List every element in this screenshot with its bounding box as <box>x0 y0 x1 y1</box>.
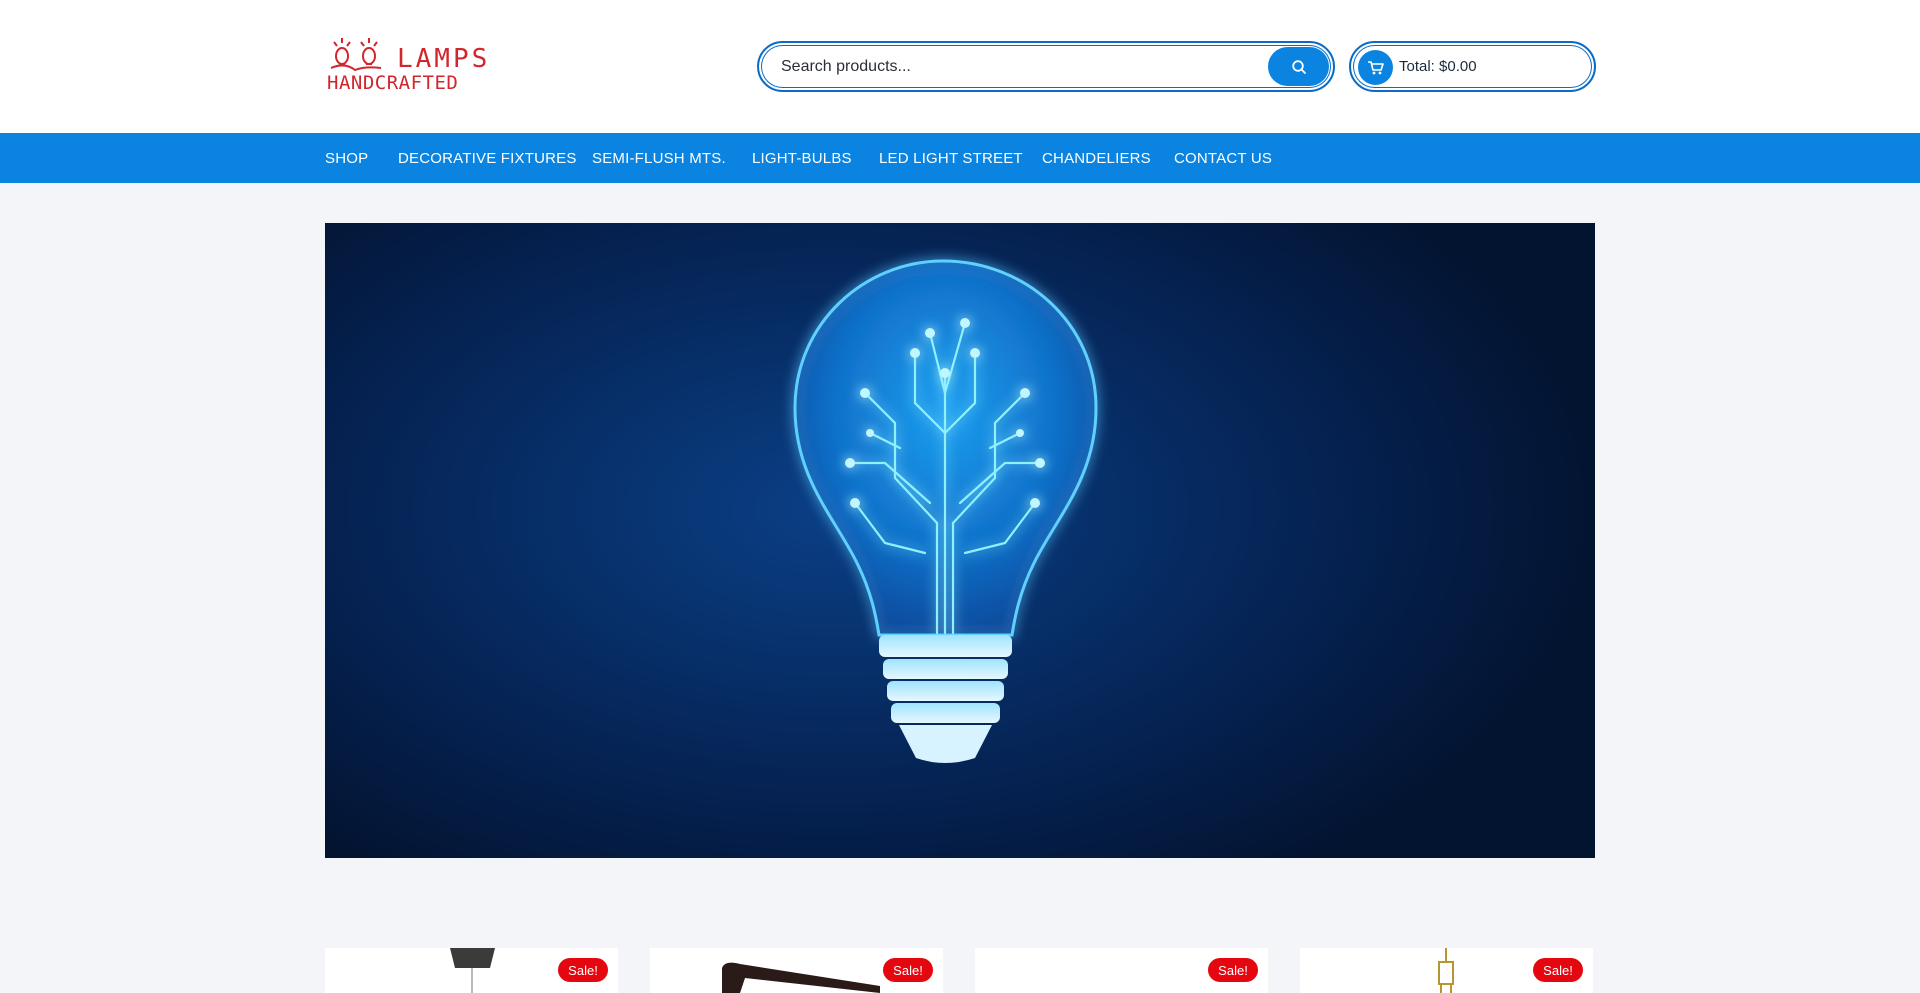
product-card[interactable]: Sale! <box>1300 948 1593 993</box>
search-icon <box>1291 59 1306 74</box>
product-card[interactable]: Sale! <box>325 948 618 993</box>
main-navigation: SHOP DECORATIVE FIXTURES SEMI-FLUSH MTS.… <box>0 133 1920 183</box>
nav-item-decorative-fixtures[interactable]: DECORATIVE FIXTURES <box>398 150 577 167</box>
cart-widget[interactable]: Total: $0.00 <box>1349 41 1596 92</box>
sale-badge: Sale! <box>1533 958 1583 982</box>
nav-item-led-light-street[interactable]: LED LIGHT STREET <box>879 150 1023 167</box>
cart-icon[interactable] <box>1358 50 1393 85</box>
site-header: LAMPS HANDCRAFTED Search products... Tot… <box>0 0 1920 133</box>
product-card[interactable]: Sale! <box>650 948 943 993</box>
nav-item-light-bulbs[interactable]: LIGHT-BULBS <box>752 150 852 167</box>
nav-item-shop[interactable]: SHOP <box>325 150 368 167</box>
logo-word-lamps: LAMPS <box>397 44 491 74</box>
sale-badge: Sale! <box>558 958 608 982</box>
nav-item-chandeliers[interactable]: CHANDELIERS <box>1042 150 1151 167</box>
search-bar[interactable]: Search products... <box>757 41 1335 92</box>
logo-word-handcrafted: HANDCRAFTED <box>327 72 459 94</box>
cart-total: Total: $0.00 <box>1399 58 1477 75</box>
product-card[interactable]: Sale! <box>975 948 1268 993</box>
nav-item-semi-flush-mts[interactable]: SEMI-FLUSH MTS. <box>592 150 726 167</box>
search-button[interactable] <box>1268 47 1329 86</box>
hero-banner <box>325 223 1595 858</box>
nav-item-contact-us[interactable]: CONTACT US <box>1174 150 1272 167</box>
search-input[interactable]: Search products... <box>781 58 911 76</box>
sale-badge: Sale! <box>1208 958 1258 982</box>
sale-badge: Sale! <box>883 958 933 982</box>
site-logo[interactable]: LAMPS HANDCRAFTED <box>325 36 505 98</box>
hero-lightbulb-image <box>793 259 1098 763</box>
